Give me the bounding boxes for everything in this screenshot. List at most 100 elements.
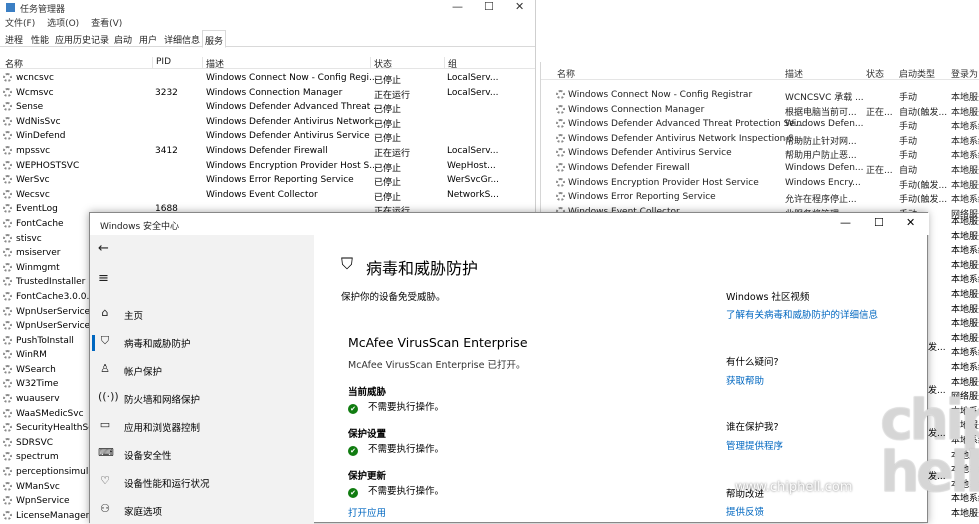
close-icon[interactable]: ✕	[906, 216, 915, 229]
app-icon	[6, 3, 15, 12]
tab-services[interactable]: 服务	[202, 30, 227, 48]
product-status: McAfee VirusScan Enterprise 已打开。	[348, 360, 526, 371]
service-name: WEPHOSTSVC	[16, 160, 80, 171]
services-header: 名称 描述 状态 启动类型 登录为	[541, 62, 979, 80]
get-help-link[interactable]: 获取帮助	[726, 373, 764, 387]
service-desc: Windows Connect Now - Config Regi...	[206, 73, 378, 83]
sidebar-item-home[interactable]: ⌂ 主页	[90, 303, 314, 327]
table-row[interactable]: WdNisSvc Windows Defender Antivirus Netwo…	[0, 115, 535, 129]
table-row[interactable]: Sense Windows Defender Advanced Threat ..…	[0, 100, 535, 115]
table-row[interactable]: WerSvc Windows Error Reporting Service 已停止…	[0, 173, 535, 188]
service-name: spectrum	[16, 452, 59, 463]
logon-cell: 本地服务	[951, 333, 979, 344]
gear-icon	[3, 145, 12, 155]
col-startup[interactable]: 启动类型	[899, 67, 935, 80]
service-name: WpnUserService	[16, 306, 91, 317]
service-name: Wecsvc	[16, 189, 50, 200]
tab-performance[interactable]: 性能	[29, 32, 51, 47]
back-arrow-icon[interactable]: ←	[98, 241, 109, 256]
col-group[interactable]: 组	[444, 57, 457, 70]
service-status: 已停止	[374, 178, 402, 188]
service-name: perceptionsimulat	[16, 467, 98, 478]
col-name[interactable]: 名称	[2, 57, 23, 70]
table-row[interactable]: WinDefend Windows Defender Antivirus Serv…	[0, 129, 535, 144]
services-row[interactable]: Windows Defender Antivirus Service 帮助用户防止…	[541, 146, 979, 161]
manage-providers-link[interactable]: 管理提供程序	[726, 438, 783, 452]
service-name: Sense	[16, 102, 44, 113]
tab-users[interactable]: 用户	[137, 32, 159, 47]
sidebar-item-label: 病毒和威胁防护	[124, 339, 191, 350]
service-startup: 手动(触发...	[899, 180, 948, 191]
service-logon: 本地系统	[951, 151, 979, 161]
service-name: WpnService	[16, 496, 70, 507]
gear-icon	[556, 148, 565, 158]
menu-options[interactable]: 选项(O)	[47, 19, 79, 29]
minimize-icon[interactable]: —	[452, 0, 463, 13]
services-row[interactable]: Windows Connection Manager 根据电脑当前可... 正在..…	[541, 103, 979, 117]
table-row[interactable]: mpssvc 3412 Windows Defender Firewall 正在运行 L…	[0, 144, 535, 159]
service-name: Windows Defender Firewall	[568, 162, 690, 173]
gear-icon	[3, 87, 12, 97]
gear-icon	[3, 321, 12, 331]
service-desc: Windows Defen...	[785, 162, 864, 173]
gear-icon	[3, 350, 12, 360]
sidebar-item-account[interactable]: ♙ 帐户保护	[90, 359, 314, 383]
feedback-link[interactable]: 提供反馈	[726, 504, 764, 518]
table-row[interactable]: Wecsvc Windows Event Collector 已停止 NetworkS…	[0, 188, 535, 203]
tab-startup[interactable]: 启动	[112, 32, 134, 47]
tab-details[interactable]: 详细信息	[162, 32, 202, 47]
service-desc: Windows Encry...	[785, 177, 861, 188]
menu-file[interactable]: 文件(F)	[5, 19, 35, 29]
sidebar-item-virus[interactable]: ⛉ 病毒和威胁防护	[90, 331, 314, 355]
heart-icon: ♡	[100, 474, 110, 487]
gear-icon	[3, 131, 12, 141]
services-row[interactable]: Windows Defender Antivirus Network Inspe…	[541, 132, 979, 147]
tab-app-history[interactable]: 应用历史记录	[53, 32, 111, 47]
services-row[interactable]: Windows Connect Now - Config Registrar WC…	[541, 88, 979, 103]
close-icon[interactable]: ✕	[515, 0, 524, 13]
col-name[interactable]: 名称	[557, 67, 575, 80]
tab-processes[interactable]: 进程	[3, 32, 25, 47]
gear-icon	[3, 437, 12, 447]
col-logon[interactable]: 登录为	[951, 67, 978, 80]
service-name: WSearch	[16, 364, 56, 375]
service-name: LicenseManager	[16, 510, 90, 521]
hamburger-icon[interactable]: ≡	[98, 271, 109, 286]
service-logon: 本地服务	[951, 93, 979, 103]
services-row[interactable]: Windows Defender Firewall Windows Defen..…	[541, 161, 979, 176]
col-status[interactable]: 状态	[866, 67, 884, 80]
maximize-icon[interactable]: ☐	[484, 0, 494, 13]
video-link[interactable]: 了解有关病毒和威胁防护的详细信息	[726, 307, 878, 321]
logon-cell: 本地服务	[951, 289, 979, 300]
service-name: Windows Error Reporting Service	[568, 192, 716, 203]
service-startup: 手动	[899, 136, 918, 147]
sidebar-item-firewall[interactable]: ((·)) 防火墙和网络保护	[90, 387, 314, 411]
service-status: 正在运行	[374, 148, 411, 159]
col-desc[interactable]: 描述	[202, 57, 224, 70]
services-row[interactable]: Windows Encryption Provider Host Service…	[541, 176, 979, 191]
person-icon: ♙	[100, 362, 110, 375]
col-pid[interactable]: PID	[152, 57, 171, 69]
sidebar-item-family[interactable]: ⚇ 家庭选项	[90, 499, 314, 523]
services-row[interactable]: Windows Error Reporting Service 允许在程序停止..…	[541, 190, 979, 205]
sidebar-item-device-security[interactable]: ⌨ 设备安全性	[90, 443, 314, 467]
services-row[interactable]: Windows Defender Advanced Threat Protect…	[541, 117, 979, 132]
table-row[interactable]: Wcmsvc 3232 Windows Connection Manager 正在运行…	[0, 86, 535, 100]
service-name: SDRSVC	[16, 437, 54, 448]
service-name: stisvc	[16, 233, 42, 244]
sidebar-item-device-health[interactable]: ♡ 设备性能和运行状况	[90, 471, 314, 495]
sidebar-item-app-browser[interactable]: ▭ 应用和浏览器控制	[90, 415, 314, 439]
menu-view[interactable]: 查看(V)	[91, 19, 122, 29]
table-row[interactable]: wcncsvc Windows Connect Now - Config Regi…	[0, 71, 535, 86]
maximize-icon[interactable]: ☐	[874, 216, 884, 229]
table-row[interactable]: WEPHOSTSVC Windows Encryption Provider Ho…	[0, 159, 535, 173]
minimize-icon[interactable]: —	[840, 216, 851, 229]
logon-cell: 本地系统	[951, 362, 979, 373]
logon-cell: 本地服务	[951, 304, 979, 315]
col-desc[interactable]: 描述	[785, 67, 803, 80]
col-status[interactable]: 状态	[370, 57, 392, 70]
service-status: 已停止	[374, 192, 402, 203]
service-group: LocalServ...	[447, 145, 499, 156]
open-app-link[interactable]: 打开应用	[348, 505, 386, 519]
wifi-icon: ((·))	[98, 390, 119, 403]
